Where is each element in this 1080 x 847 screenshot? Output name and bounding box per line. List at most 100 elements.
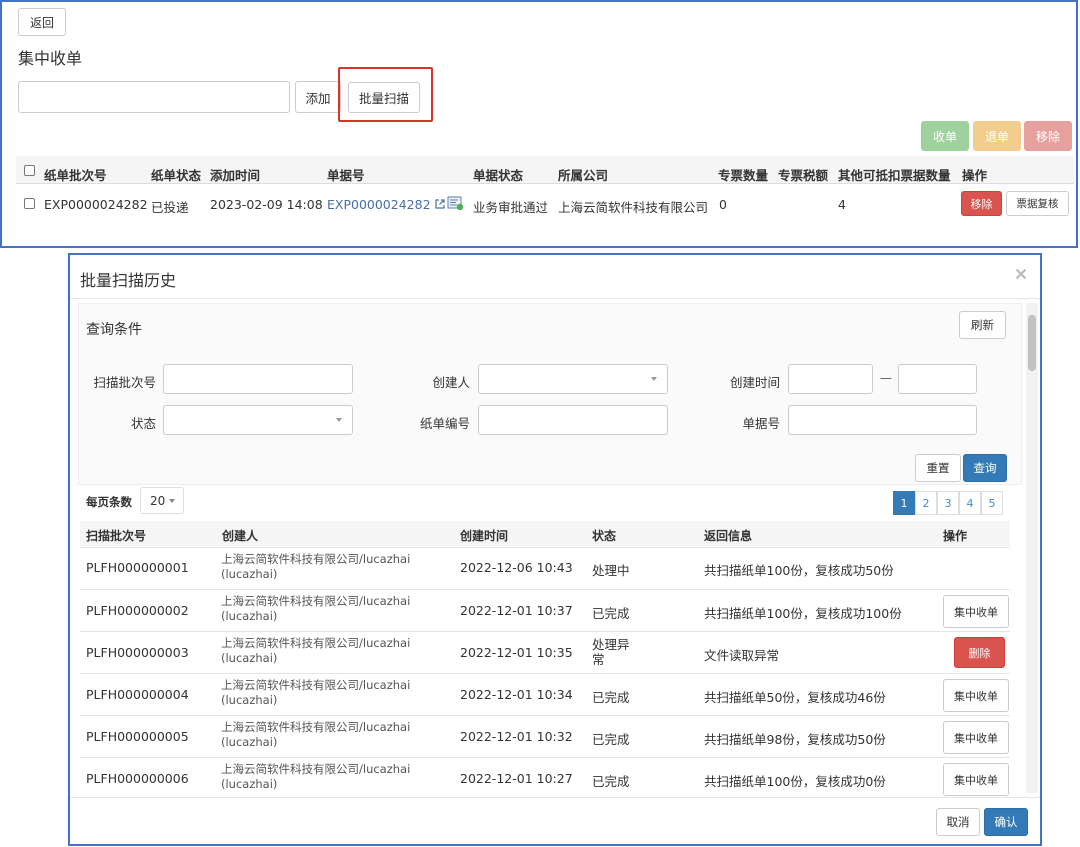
page-5[interactable]: 5 xyxy=(981,491,1003,515)
row-added-time: 2023-02-09 14:08 xyxy=(210,197,323,212)
create-time-end[interactable] xyxy=(898,364,977,394)
query-title: 查询条件 xyxy=(86,322,142,338)
range-separator: — xyxy=(880,371,892,385)
modal-footer-divider xyxy=(70,797,1040,798)
doc-no-text: EXP0000024282 xyxy=(327,197,431,212)
receive-button[interactable]: 收单 xyxy=(921,121,969,151)
creator-sub: (lucazhai) xyxy=(221,609,278,623)
creator-label: 创建人 xyxy=(432,375,470,390)
history-table-header xyxy=(80,521,1010,546)
page-size-select[interactable]: 20 xyxy=(140,487,184,514)
col-other-count: 其他可抵扣票据数量 xyxy=(838,168,951,183)
doc-no-label: 单据号 xyxy=(742,416,780,431)
doc-no-input[interactable] xyxy=(788,405,977,435)
hcol-status: 状态 xyxy=(592,529,617,543)
creator-line: 上海云简软件科技有限公司/lucazhai xyxy=(221,552,411,566)
table-row: PLFH000000005 上海云简软件科技有限公司/lucazhai (luca… xyxy=(80,715,1010,757)
external-link-icon xyxy=(434,199,445,209)
col-special-tax: 专票税额 xyxy=(778,168,829,183)
hcol-action: 操作 xyxy=(943,529,968,543)
create-time-label: 创建时间 xyxy=(729,375,780,390)
row-checkbox[interactable] xyxy=(24,198,35,209)
row-time: 2022-12-01 10:34 xyxy=(460,687,573,702)
page-size-label: 每页条数 xyxy=(86,495,132,509)
table-row: PLFH000000003 上海云简软件科技有限公司/lucazhai (luca… xyxy=(80,631,1010,673)
row-company: 上海云简软件科技有限公司 xyxy=(558,200,709,215)
return-button[interactable]: 退单 xyxy=(973,121,1021,151)
col-paper-status: 纸单状态 xyxy=(151,168,202,183)
row-info: 共扫描纸单100份，复核成功50份 xyxy=(704,563,894,578)
chevron-down-icon xyxy=(651,377,657,381)
remove-selected-button[interactable]: 移除 xyxy=(1024,121,1072,151)
close-icon[interactable] xyxy=(1015,268,1027,280)
add-button[interactable]: 添加 xyxy=(295,81,341,113)
row-info: 共扫描纸单100份，复核成功0份 xyxy=(704,774,886,789)
paper-no-label: 纸单编号 xyxy=(419,416,470,431)
col-doc-no: 单据号 xyxy=(327,168,365,183)
row-status: 已完成 xyxy=(592,606,630,621)
row-batch: PLFH000000001 xyxy=(86,560,189,575)
row-batch: PLFH000000003 xyxy=(86,645,189,660)
row-info: 共扫描纸单100份，复核成功100份 xyxy=(704,606,902,621)
batch-input[interactable] xyxy=(18,81,290,113)
centralized-receive-button[interactable]: 集中收单 xyxy=(943,679,1009,712)
page-1[interactable]: 1 xyxy=(893,491,915,515)
row-creator: 上海云简软件科技有限公司/lucazhai (lucazhai) xyxy=(221,762,410,792)
create-time-start[interactable] xyxy=(788,364,873,394)
centralized-receive-button[interactable]: 集中收单 xyxy=(943,763,1009,796)
scan-batch-no-input[interactable] xyxy=(163,364,353,394)
row-status: 处理中 xyxy=(592,563,630,578)
row-special-count: 0 xyxy=(719,197,727,212)
row-batch: PLFH000000004 xyxy=(86,687,189,702)
row-time: 2022-12-01 10:27 xyxy=(460,771,573,786)
col-special-count: 专票数量 xyxy=(718,168,769,183)
col-doc-status: 单据状态 xyxy=(473,168,524,183)
creator-line: 上海云简软件科技有限公司/lucazhai xyxy=(221,762,411,776)
page-2[interactable]: 2 xyxy=(915,491,937,515)
delete-button[interactable]: 删除 xyxy=(954,637,1005,668)
receipt-panel: 返回 集中收单 添加 批量扫描 收单 退单 移除 纸单批次号 纸单状态 添加时间… xyxy=(0,0,1078,248)
status-select[interactable] xyxy=(163,405,353,435)
modal-header xyxy=(70,255,1040,299)
page-3[interactable]: 3 xyxy=(937,491,959,515)
centralized-receive-button[interactable]: 集中收单 xyxy=(943,721,1009,754)
hcol-creator: 创建人 xyxy=(222,529,259,543)
row-review-button[interactable]: 票据复核 xyxy=(1006,191,1069,216)
document-image-icon[interactable] xyxy=(447,196,464,211)
creator-line: 上海云简软件科技有限公司/lucazhai xyxy=(221,636,411,650)
creator-line: 上海云简软件科技有限公司/lucazhai xyxy=(221,678,411,692)
refresh-button[interactable]: 刷新 xyxy=(959,311,1006,339)
creator-select[interactable] xyxy=(478,364,668,394)
scrollbar-track[interactable] xyxy=(1026,303,1038,793)
modal-title: 批量扫描历史 xyxy=(80,271,177,290)
page-size-value: 20 xyxy=(150,493,166,508)
cancel-button[interactable]: 取消 xyxy=(936,808,980,836)
confirm-button[interactable]: 确认 xyxy=(984,808,1028,836)
row-remove-button[interactable]: 移除 xyxy=(961,191,1002,216)
select-all-checkbox[interactable] xyxy=(24,165,35,176)
batch-scan-button[interactable]: 批量扫描 xyxy=(348,82,420,113)
row-other-count: 4 xyxy=(838,197,846,212)
hcol-time: 创建时间 xyxy=(460,529,509,543)
back-button[interactable]: 返回 xyxy=(18,8,66,36)
centralized-receive-button[interactable]: 集中收单 xyxy=(943,595,1009,628)
row-doc-no-link[interactable]: EXP0000024282 xyxy=(327,197,445,212)
page-4[interactable]: 4 xyxy=(959,491,981,515)
creator-line: 上海云简软件科技有限公司/lucazhai xyxy=(221,720,411,734)
batch-scan-history-modal: 批量扫描历史 查询条件 刷新 扫描批次号 创建人 创建时间 — 状态 纸单编号 … xyxy=(68,253,1042,846)
row-batch-no: EXP0000024282 xyxy=(44,197,148,212)
search-button[interactable]: 查询 xyxy=(963,454,1007,482)
scan-batch-no-label: 扫描批次号 xyxy=(93,375,156,390)
table-row: PLFH000000002 上海云简软件科技有限公司/lucazhai (luca… xyxy=(80,589,1010,631)
table-row: PLFH000000001 上海云简软件科技有限公司/lucazhai (luca… xyxy=(80,547,1010,589)
row-creator: 上海云简软件科技有限公司/lucazhai (lucazhai) xyxy=(221,552,410,582)
row-time: 2022-12-01 10:32 xyxy=(460,729,573,744)
row-status: 处理异常 xyxy=(592,637,630,667)
col-added-time: 添加时间 xyxy=(210,168,261,183)
creator-sub: (lucazhai) xyxy=(221,777,278,791)
scrollbar-thumb[interactable] xyxy=(1028,315,1036,371)
row-status: 已完成 xyxy=(592,690,630,705)
paper-no-input[interactable] xyxy=(478,405,668,435)
row-batch: PLFH000000006 xyxy=(86,771,189,786)
reset-button[interactable]: 重置 xyxy=(915,454,961,482)
